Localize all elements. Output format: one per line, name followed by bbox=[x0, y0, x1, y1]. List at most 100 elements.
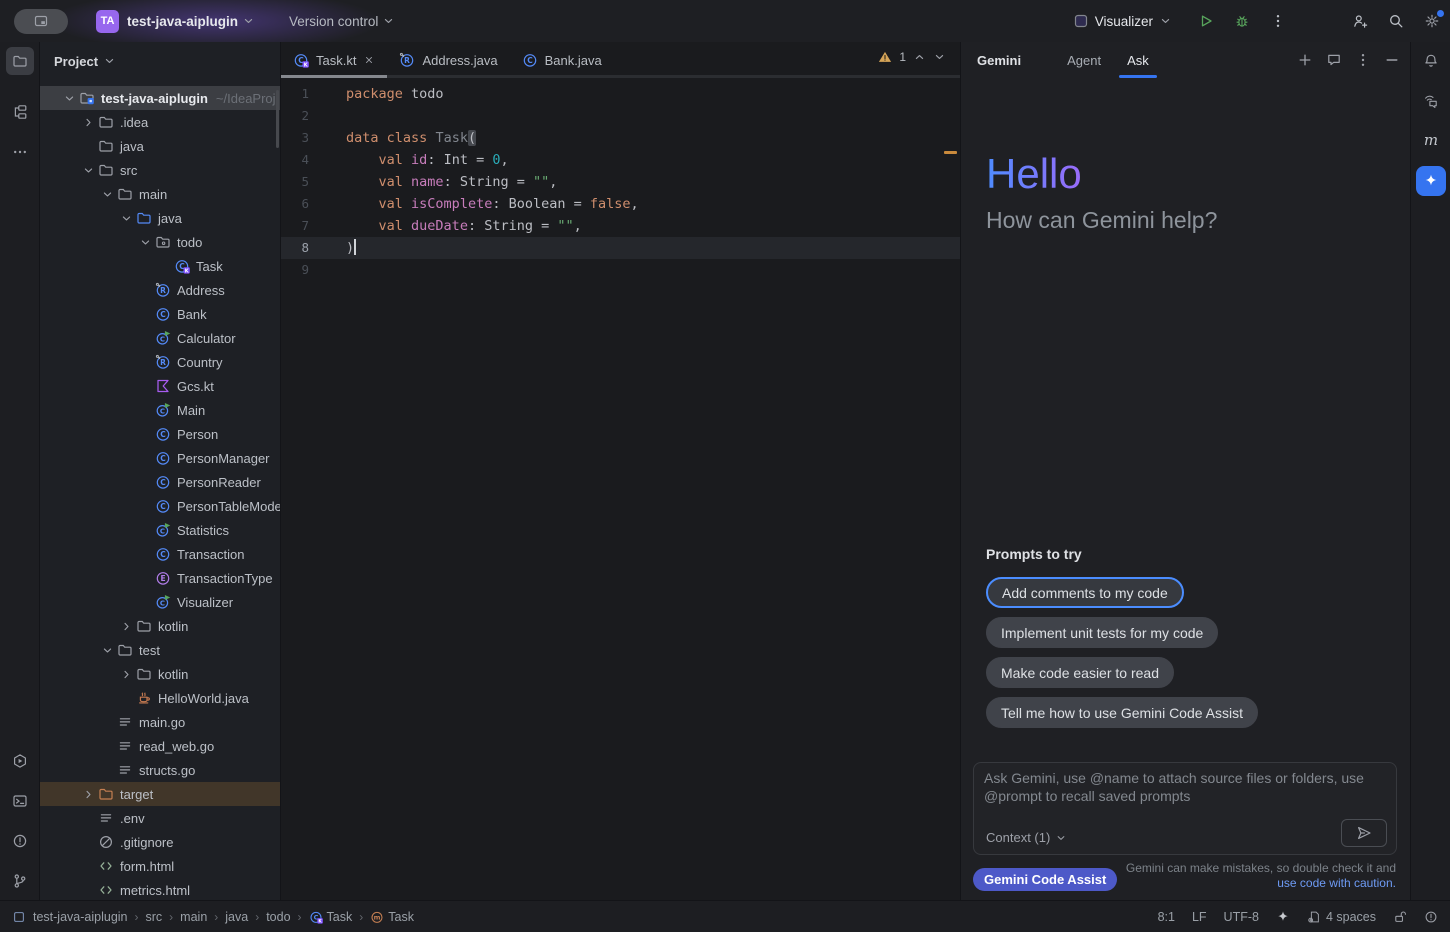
settings-button[interactable] bbox=[1418, 7, 1446, 35]
context-selector[interactable]: Context (1) bbox=[986, 830, 1067, 845]
previous-problem-icon[interactable] bbox=[913, 51, 926, 64]
tree-row[interactable]: java bbox=[40, 134, 280, 158]
more-actions-button[interactable] bbox=[1264, 7, 1292, 35]
window-controls-button[interactable] bbox=[14, 9, 68, 34]
tree-row[interactable]: .gitignore bbox=[40, 830, 280, 854]
tree-row[interactable]: todo bbox=[40, 230, 280, 254]
breadcrumb-item[interactable]: mTask bbox=[370, 910, 414, 924]
ai-sparkle-icon[interactable] bbox=[1276, 910, 1290, 924]
code-line[interactable]: 6 val isComplete: Boolean = false, bbox=[281, 193, 960, 215]
code-line[interactable]: 5 val name: String = "", bbox=[281, 171, 960, 193]
tree-row[interactable]: CPersonReader bbox=[40, 470, 280, 494]
tree-row[interactable]: Gcs.kt bbox=[40, 374, 280, 398]
tree-row[interactable]: main.go bbox=[40, 710, 280, 734]
search-everywhere-button[interactable] bbox=[1382, 7, 1410, 35]
chevron-right-icon[interactable] bbox=[117, 668, 136, 681]
editor-tab[interactable]: RAddress.java bbox=[387, 42, 509, 78]
code-line[interactable]: 9 bbox=[281, 259, 960, 281]
maven-tool-button[interactable]: m bbox=[1417, 126, 1445, 154]
disclaimer-link[interactable]: use code with caution. bbox=[1277, 876, 1396, 890]
inspection-widget[interactable]: 1 bbox=[878, 50, 946, 64]
breadcrumb-item[interactable]: todo bbox=[266, 910, 290, 924]
chevron-down-icon[interactable] bbox=[117, 212, 136, 225]
project-tool-button[interactable] bbox=[6, 47, 34, 75]
problems-tool-button[interactable] bbox=[6, 827, 34, 855]
project-menu[interactable]: test-java-aiplugin bbox=[127, 14, 255, 29]
code-line[interactable]: 7 val dueDate: String = "", bbox=[281, 215, 960, 237]
tree-row[interactable]: kotlin bbox=[40, 662, 280, 686]
services-tool-button[interactable] bbox=[6, 747, 34, 775]
caret-position[interactable]: 8:1 bbox=[1158, 910, 1175, 924]
tree-row[interactable]: ETransactionType bbox=[40, 566, 280, 590]
editor-tab[interactable]: CKTask.kt bbox=[281, 42, 387, 78]
panel-options-button[interactable] bbox=[1355, 52, 1371, 68]
debug-button[interactable] bbox=[1228, 7, 1256, 35]
code-line[interactable]: 8) bbox=[281, 237, 960, 259]
close-tab-icon[interactable] bbox=[363, 54, 375, 66]
editor-tab[interactable]: CBank.java bbox=[510, 42, 614, 78]
tree-row[interactable]: CMain bbox=[40, 398, 280, 422]
more-tool-windows-button[interactable] bbox=[6, 138, 34, 166]
unlock-icon[interactable] bbox=[1393, 910, 1407, 924]
structure-tool-button[interactable] bbox=[6, 98, 34, 126]
chevron-down-icon[interactable] bbox=[98, 188, 117, 201]
tree-row[interactable]: .env bbox=[40, 806, 280, 830]
indent-config[interactable]: 4 spaces bbox=[1307, 910, 1376, 924]
prompt-chip[interactable]: Make code easier to read bbox=[986, 657, 1174, 688]
code-line[interactable]: 1package todo bbox=[281, 83, 960, 105]
tab-ask[interactable]: Ask bbox=[1121, 42, 1155, 78]
code-with-me-button[interactable] bbox=[1346, 7, 1374, 35]
run-configuration-selector[interactable]: Visualizer bbox=[1073, 13, 1172, 29]
code-line[interactable]: 4 val id: Int = 0, bbox=[281, 149, 960, 171]
code-line[interactable]: 3data class Task( bbox=[281, 127, 960, 149]
prompt-chip[interactable]: Add comments to my code bbox=[986, 577, 1184, 608]
new-chat-button[interactable] bbox=[1297, 52, 1313, 68]
tree-row[interactable]: CPersonTableMode bbox=[40, 494, 280, 518]
tree-row[interactable]: read_web.go bbox=[40, 734, 280, 758]
notifications-button[interactable] bbox=[1417, 47, 1445, 75]
tree-row[interactable]: CBank bbox=[40, 302, 280, 326]
run-button[interactable] bbox=[1192, 7, 1220, 35]
gemini-tool-button[interactable] bbox=[1416, 166, 1446, 196]
chevron-right-icon[interactable] bbox=[79, 788, 98, 801]
tree-row[interactable]: .idea bbox=[40, 110, 280, 134]
tree-scrollbar[interactable] bbox=[276, 90, 279, 148]
breadcrumb-item[interactable]: src bbox=[146, 910, 163, 924]
chevron-down-icon[interactable] bbox=[98, 644, 117, 657]
tree-row[interactable]: kotlin bbox=[40, 614, 280, 638]
ai-chat-tool-button[interactable] bbox=[1417, 87, 1445, 115]
tree-row[interactable]: target bbox=[40, 782, 280, 806]
git-tool-button[interactable] bbox=[6, 867, 34, 895]
chat-history-button[interactable] bbox=[1326, 52, 1342, 68]
tab-agent[interactable]: Agent bbox=[1061, 42, 1107, 78]
tree-row[interactable]: CTransaction bbox=[40, 542, 280, 566]
chevron-down-icon[interactable] bbox=[60, 92, 79, 105]
warning-stripe-mark[interactable] bbox=[944, 151, 957, 154]
tree-row[interactable]: java bbox=[40, 206, 280, 230]
version-control-menu[interactable]: Version control bbox=[289, 14, 395, 29]
tree-row[interactable]: CVisualizer bbox=[40, 590, 280, 614]
prompt-chip[interactable]: Tell me how to use Gemini Code Assist bbox=[986, 697, 1258, 728]
tree-row[interactable]: main bbox=[40, 182, 280, 206]
line-separator[interactable]: LF bbox=[1192, 910, 1207, 924]
code-line[interactable]: 2 bbox=[281, 105, 960, 127]
tree-row[interactable]: CKTask bbox=[40, 254, 280, 278]
tree-row[interactable]: RAddress bbox=[40, 278, 280, 302]
project-panel-header[interactable]: Project bbox=[40, 42, 280, 80]
file-encoding[interactable]: UTF-8 bbox=[1224, 910, 1259, 924]
gemini-input[interactable] bbox=[984, 769, 1386, 813]
terminal-tool-button[interactable] bbox=[6, 787, 34, 815]
tree-row[interactable]: test bbox=[40, 638, 280, 662]
tree-row[interactable]: CCalculator bbox=[40, 326, 280, 350]
tree-row[interactable]: CPerson bbox=[40, 422, 280, 446]
breadcrumb-item[interactable]: CKTask bbox=[309, 910, 353, 924]
send-button[interactable] bbox=[1341, 819, 1387, 847]
hide-panel-button[interactable] bbox=[1384, 52, 1400, 68]
breadcrumb-item[interactable]: main bbox=[180, 910, 207, 924]
code-editor[interactable]: 1package todo23data class Task(4 val id:… bbox=[281, 78, 960, 900]
tree-row[interactable]: metrics.html bbox=[40, 878, 280, 900]
tree-row[interactable]: HelloWorld.java bbox=[40, 686, 280, 710]
prompt-chip[interactable]: Implement unit tests for my code bbox=[986, 617, 1218, 648]
tree-row[interactable]: form.html bbox=[40, 854, 280, 878]
error-indicator-icon[interactable] bbox=[1424, 910, 1438, 924]
